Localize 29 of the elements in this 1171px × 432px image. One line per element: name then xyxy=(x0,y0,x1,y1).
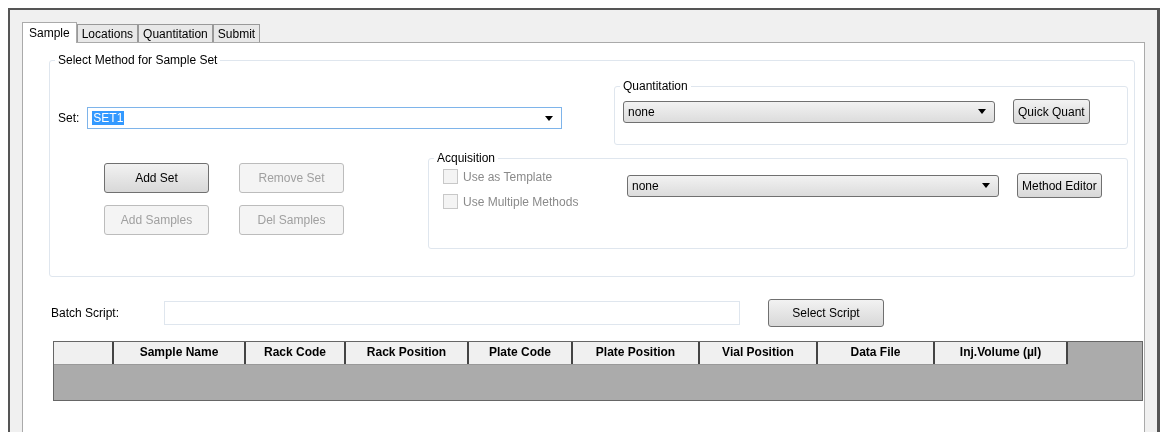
set-label: Set: xyxy=(58,111,80,125)
action-button[interactable]: Add Set xyxy=(104,163,209,193)
quick-quant-button[interactable]: Quick Quant xyxy=(1013,99,1090,124)
column-header[interactable]: Plate Position xyxy=(573,342,700,364)
tab[interactable]: Submit xyxy=(212,24,261,42)
column-header[interactable]: Data File xyxy=(818,342,935,364)
group-title: Acquisition xyxy=(436,151,497,165)
column-header[interactable]: Plate Code xyxy=(469,342,573,364)
column-header[interactable]: Sample Name xyxy=(114,342,246,364)
column-header[interactable]: Inj.Volume (µl) xyxy=(935,342,1068,364)
tab[interactable]: Sample xyxy=(22,22,77,43)
batch-script-field[interactable] xyxy=(164,301,740,325)
acquisition-dropdown[interactable]: none xyxy=(627,174,999,197)
caret-icon xyxy=(545,115,554,121)
select-script-button[interactable]: Select Script xyxy=(768,299,884,327)
caret-icon xyxy=(978,109,986,114)
group-title: Select Method for Sample Set xyxy=(57,53,219,67)
method-editor-button[interactable]: Method Editor xyxy=(1017,173,1102,198)
caret-icon xyxy=(982,183,990,188)
checkbox-label: Use Multiple Methods xyxy=(463,194,579,209)
tab[interactable]: Quantitation xyxy=(138,24,213,42)
column-header[interactable]: Rack Code xyxy=(246,342,346,364)
tab[interactable]: Locations xyxy=(76,24,139,42)
quantitation-dropdown[interactable]: none xyxy=(623,100,995,123)
column-header[interactable]: Vial Position xyxy=(700,342,818,364)
column-header[interactable]: Rack Position xyxy=(346,342,469,364)
group-title: Quantitation xyxy=(622,79,689,93)
batch-script-label: Batch Script: xyxy=(51,306,121,320)
checkbox-label: Use as Template xyxy=(463,169,553,184)
